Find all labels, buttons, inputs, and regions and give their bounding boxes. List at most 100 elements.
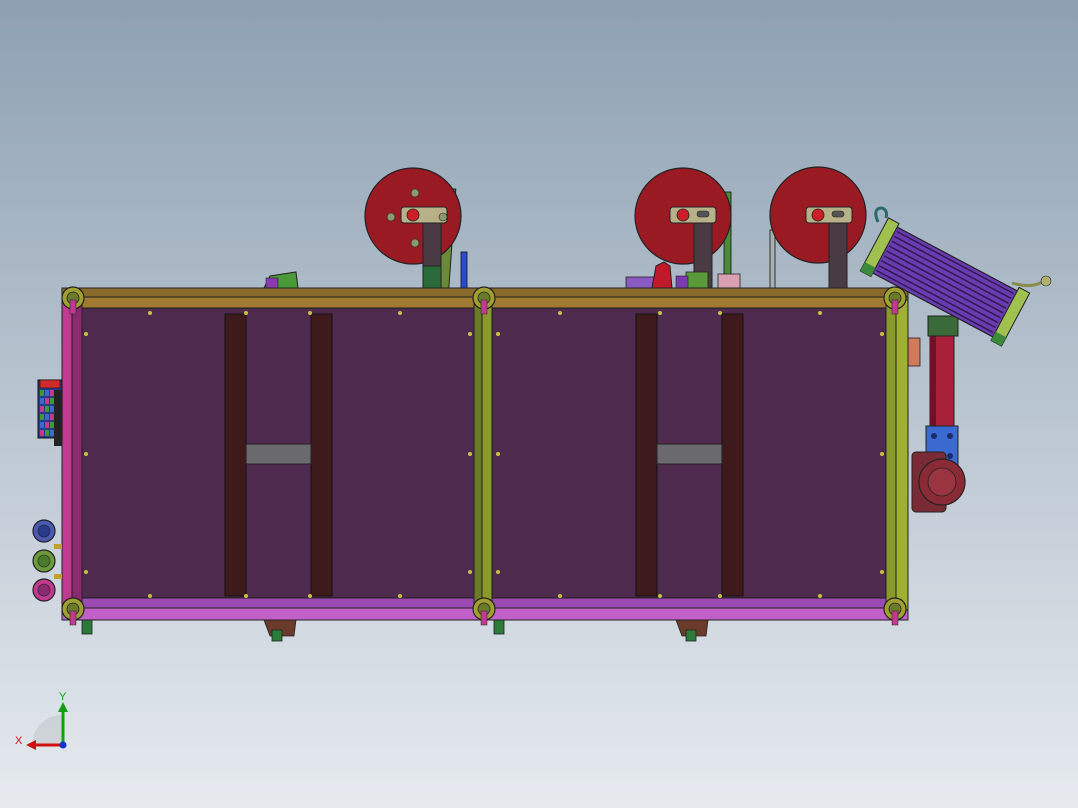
- corner-joint-pin: [891, 299, 899, 315]
- bolt: [468, 332, 472, 336]
- bolt: [148, 311, 152, 315]
- corner-joint-pin: [69, 299, 77, 315]
- terminal-contact: [45, 406, 49, 412]
- bolt: [148, 594, 152, 598]
- bolt: [84, 570, 88, 574]
- bolt: [244, 594, 248, 598]
- motor-mount-bolt: [947, 433, 953, 439]
- bolt: [558, 311, 562, 315]
- support-bar: [721, 313, 744, 597]
- top-clamp-left-purple: [265, 277, 279, 289]
- bolt: [496, 570, 500, 574]
- terminal-contact: [50, 414, 54, 420]
- terminal-contact: [45, 414, 49, 420]
- crossbar: [656, 443, 723, 465]
- foot: [81, 619, 93, 635]
- left-post-inner: [71, 299, 83, 611]
- terminal-contact: [45, 390, 49, 396]
- support-bar: [310, 313, 333, 597]
- terminal-contact: [40, 422, 44, 428]
- machine-frame: [61, 286, 909, 642]
- terminal-contact: [45, 398, 49, 404]
- terminal-contact: [50, 422, 54, 428]
- reel-1-hub: [406, 208, 420, 222]
- reel-1-post-base: [422, 265, 442, 289]
- pneumatic-valve-3-inner: [37, 583, 51, 597]
- reel-3-rod: [769, 229, 776, 289]
- valve-bracket: [54, 574, 62, 579]
- bolt: [84, 332, 88, 336]
- bolt: [718, 311, 722, 315]
- terminal-contact: [45, 422, 49, 428]
- bolt: [308, 311, 312, 315]
- foot: [493, 619, 505, 635]
- right-post-outer: [895, 299, 909, 611]
- motor-endcap-inner: [927, 467, 957, 497]
- reel-1-bolt: [410, 188, 420, 198]
- terminal-contact: [40, 406, 44, 412]
- bolt: [496, 452, 500, 456]
- middle-post: [473, 299, 483, 611]
- bolt: [468, 570, 472, 574]
- terminal-contact: [50, 390, 54, 396]
- bolt: [84, 452, 88, 456]
- bolt: [880, 452, 884, 456]
- reel-3-slot: [831, 210, 845, 218]
- terminal-contact: [50, 406, 54, 412]
- conveyor-knob: [1040, 275, 1052, 287]
- terminal-contact: [50, 430, 54, 436]
- bolt: [496, 332, 500, 336]
- bolt: [244, 311, 248, 315]
- z-axis-dot: [59, 741, 67, 749]
- support-bar: [635, 313, 658, 597]
- reel-3-hub: [811, 208, 825, 222]
- crossbar: [245, 443, 312, 465]
- bolt: [558, 594, 562, 598]
- right-post: [885, 299, 897, 611]
- motor-mount-bolt: [931, 433, 937, 439]
- bolt: [658, 311, 662, 315]
- bolt: [818, 311, 822, 315]
- reel-2-slot: [696, 210, 710, 218]
- bolt: [308, 594, 312, 598]
- reel-1-blue-rod: [460, 251, 468, 289]
- foot: [685, 629, 697, 642]
- reel-2-sensor: [717, 273, 741, 289]
- cad-drawing: Y X: [0, 0, 1078, 808]
- x-axis-label: X: [15, 735, 23, 747]
- support-bar: [224, 313, 247, 597]
- bolt: [658, 594, 662, 598]
- y-axis-label: Y: [59, 691, 67, 703]
- actuator-side-plate: [907, 337, 921, 367]
- reel-1-bolt: [410, 238, 420, 248]
- motor-mount-bolt: [947, 453, 953, 459]
- terminal-contact: [40, 414, 44, 420]
- terminal-block-top: [39, 379, 61, 389]
- corner-joint-pin: [69, 610, 77, 626]
- bolt: [880, 332, 884, 336]
- bolt: [718, 594, 722, 598]
- actuator-top-block: [927, 315, 959, 337]
- bolt: [398, 594, 402, 598]
- pneumatic-valve-1-inner: [37, 524, 51, 538]
- actuator-column-shade: [930, 330, 936, 440]
- top-green-block: [685, 271, 709, 289]
- reel-2-hub: [676, 208, 690, 222]
- bolt: [880, 570, 884, 574]
- reel-1-bolt: [438, 212, 448, 222]
- foot: [271, 629, 283, 642]
- left-post: [61, 299, 73, 611]
- pneumatic-valve-2-inner: [37, 554, 51, 568]
- terminal-contact: [40, 430, 44, 436]
- bolt: [398, 311, 402, 315]
- corner-joint-pin: [891, 610, 899, 626]
- middle-post-inner: [481, 299, 493, 611]
- top-purple-block: [675, 275, 689, 289]
- bolt: [468, 452, 472, 456]
- terminal-contact: [40, 390, 44, 396]
- corner-joint-pin: [480, 299, 488, 315]
- terminal-contact: [40, 398, 44, 404]
- terminal-contact: [45, 430, 49, 436]
- cad-viewport[interactable]: Y X: [0, 0, 1078, 808]
- terminal-contact: [50, 398, 54, 404]
